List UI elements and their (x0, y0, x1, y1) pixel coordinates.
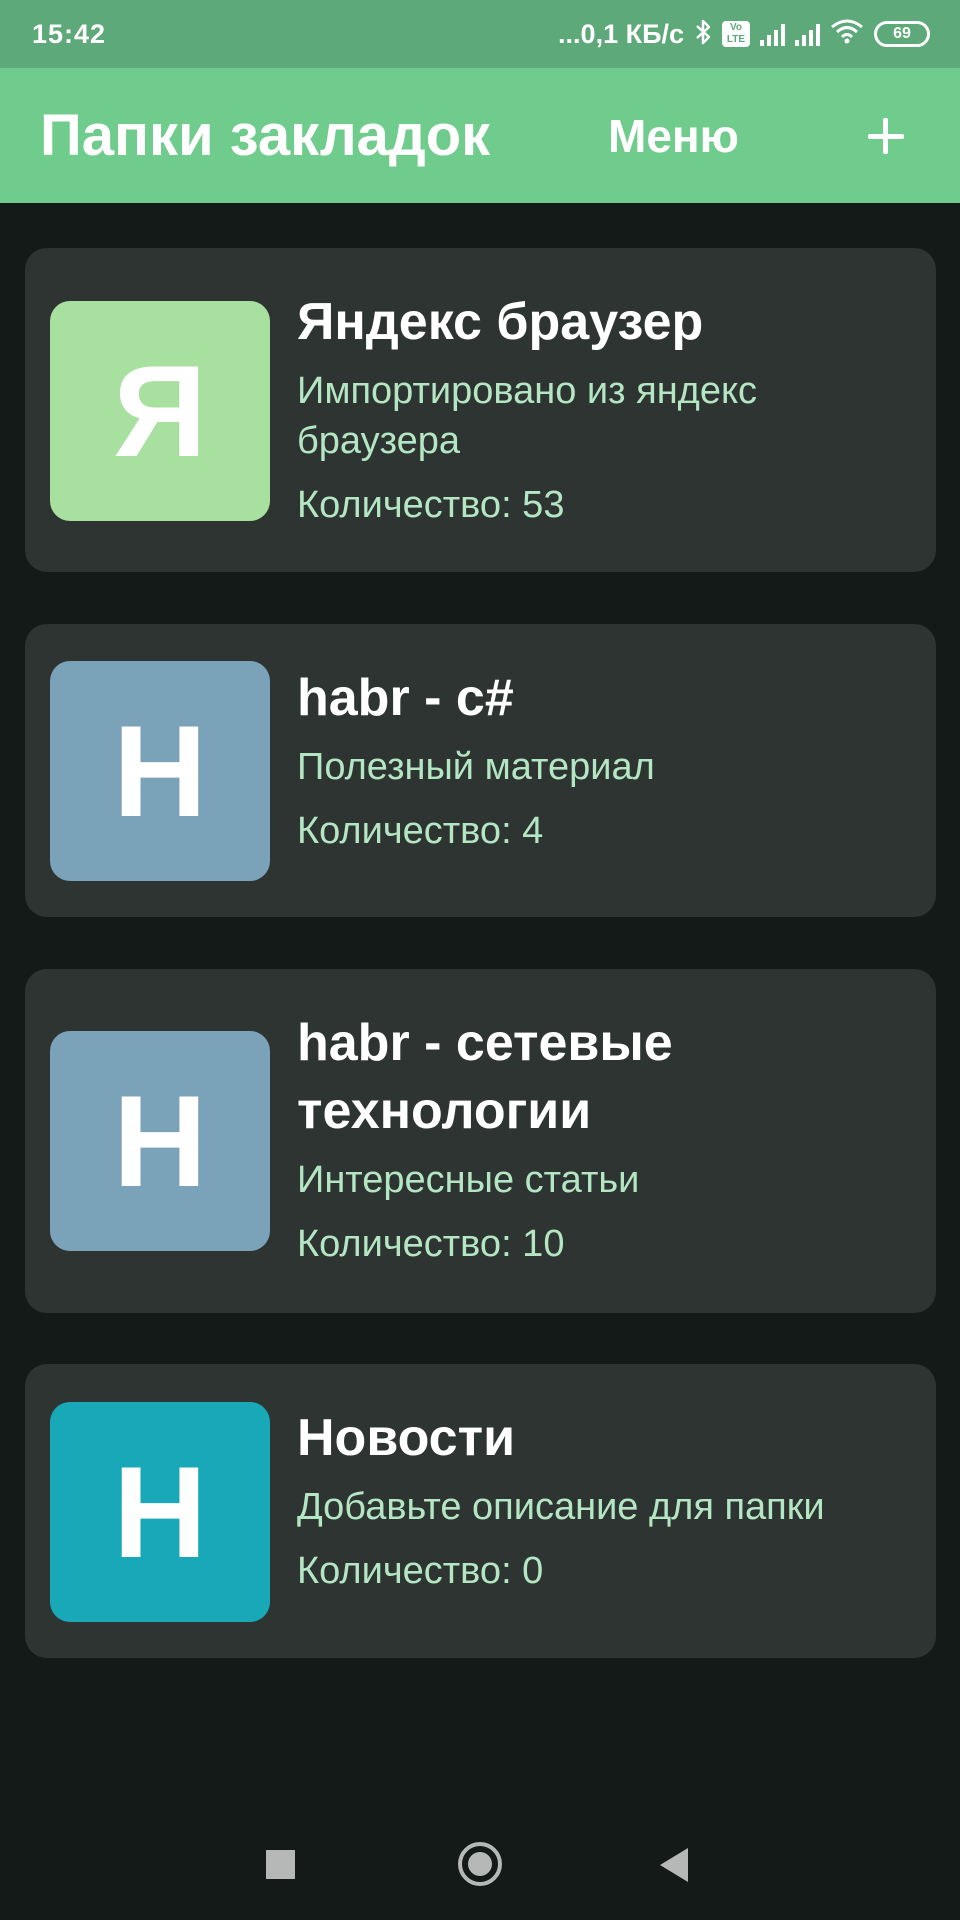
folder-avatar: H (50, 1402, 270, 1622)
folder-text: habr - сетевые технологии Интересные ста… (297, 1009, 912, 1269)
folder-title: Новости (297, 1409, 516, 1467)
wifi-icon (830, 18, 864, 51)
folder-card-news[interactable]: H Новости Добавьте описание для папки Ко… (25, 1364, 936, 1658)
back-triangle-icon[interactable] (660, 1848, 688, 1882)
folder-count: Количество: 10 (297, 1223, 565, 1265)
folder-title: habr - сетевые технологии (297, 1014, 673, 1140)
battery-icon: 69 (874, 21, 930, 47)
recents-square-icon[interactable] (266, 1850, 295, 1879)
status-time: 15:42 (32, 18, 107, 49)
home-circle-icon[interactable] (458, 1842, 502, 1886)
folder-count: Количество: 0 (297, 1550, 544, 1592)
app-bar: Папки закладок Меню (0, 68, 960, 203)
folder-title: Яндекс браузер (297, 293, 704, 351)
status-bar: 15:42 ...0,1 КБ/с Vo LTE 69 (0, 0, 960, 68)
status-icons: ...0,1 КБ/с Vo LTE 69 (558, 18, 930, 51)
navigation-bar (0, 1808, 960, 1920)
folder-count: Количество: 4 (297, 810, 544, 852)
folder-text: Яндекс браузер Импортировано из яндекс б… (297, 288, 912, 530)
folder-text: habr - c# Полезный материал Количество: … (297, 664, 912, 856)
bluetooth-icon (694, 18, 712, 51)
signal-icon-1 (760, 22, 785, 46)
folder-description: Добавьте описание для папки (297, 1486, 825, 1528)
home-inner-dot (468, 1852, 492, 1876)
folder-description: Полезный материал (297, 746, 655, 788)
folder-title: habr - c# (297, 669, 514, 727)
folder-description: Интересные статьи (297, 1159, 640, 1201)
folder-card-habr-csharp[interactable]: H habr - c# Полезный материал Количество… (25, 624, 936, 917)
folder-card-habr-network[interactable]: H habr - сетевые технологии Интересные с… (25, 969, 936, 1313)
menu-button[interactable]: Меню (608, 110, 739, 162)
folder-avatar: H (50, 661, 270, 881)
network-speed: ...0,1 КБ/с (558, 18, 684, 49)
add-folder-button[interactable] (862, 98, 910, 170)
folder-avatar: Я (50, 301, 270, 521)
folder-card-yandex[interactable]: Я Яндекс браузер Импортировано из яндекс… (25, 248, 936, 572)
page-title: Папки закладок (40, 103, 491, 168)
signal-icon-2 (795, 22, 820, 46)
folder-count: Количество: 53 (297, 484, 565, 526)
volte-icon: Vo LTE (722, 21, 750, 47)
folder-text: Новости Добавьте описание для папки Коли… (297, 1404, 912, 1596)
folder-description: Импортировано из яндекс браузера (297, 370, 758, 462)
folder-avatar: H (50, 1031, 270, 1251)
